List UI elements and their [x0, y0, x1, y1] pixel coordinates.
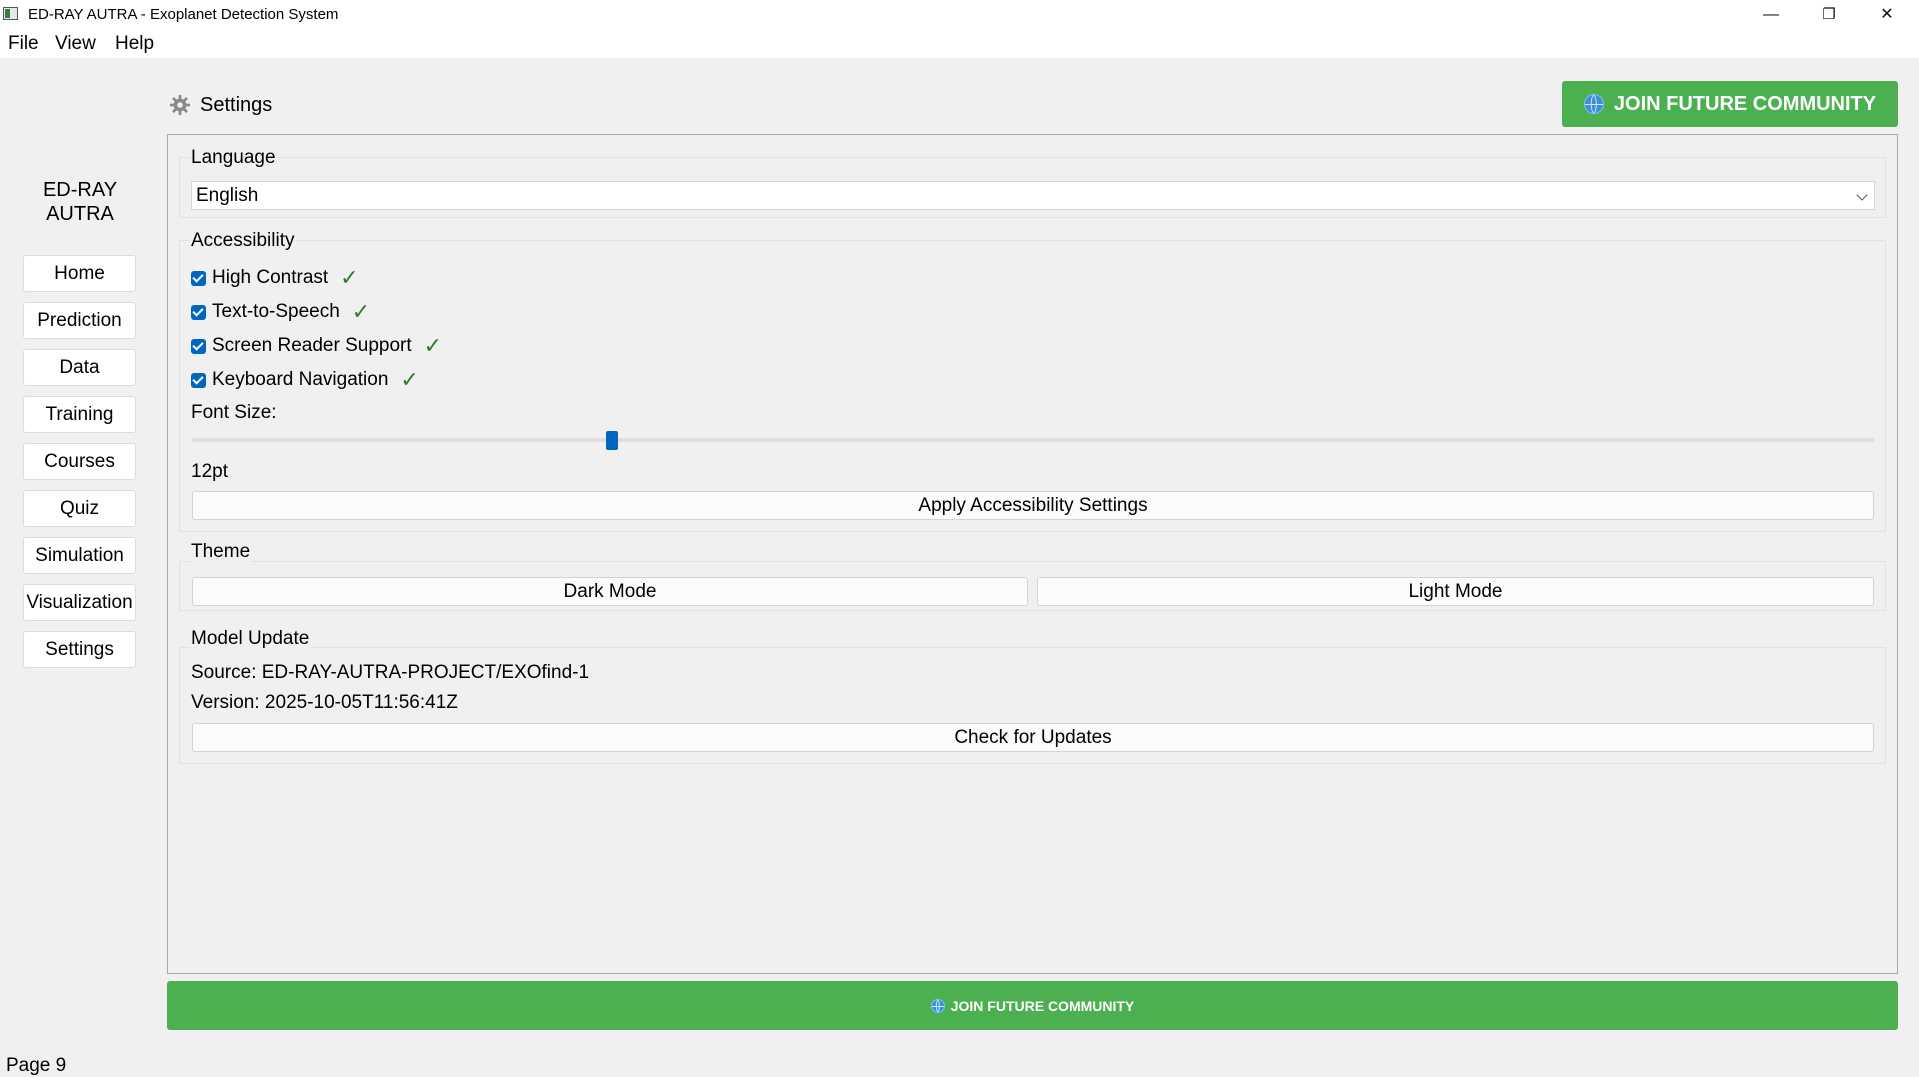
- globe-icon: [930, 998, 945, 1013]
- menu-file[interactable]: File: [8, 33, 39, 55]
- language-select[interactable]: English: [191, 181, 1875, 210]
- gear-icon: [169, 94, 191, 116]
- font-size-value: 12pt: [191, 461, 228, 482]
- sidebar-item-settings[interactable]: Settings: [23, 631, 136, 668]
- model-source-text: Source: ED-RAY-AUTRA-PROJECT/EXOfind-1: [191, 662, 590, 683]
- menu-help[interactable]: Help: [115, 33, 154, 55]
- font-size-slider-handle[interactable]: [606, 431, 618, 450]
- close-button[interactable]: ✕: [1858, 0, 1916, 30]
- sidebar-item-prediction[interactable]: Prediction: [23, 302, 136, 339]
- accessibility-group-title: Accessibility: [190, 230, 296, 252]
- sidebar-item-training[interactable]: Training: [23, 396, 136, 433]
- join-community-label: JOIN FUTURE COMMUNITY: [1613, 92, 1877, 115]
- page-title: Settings: [200, 94, 273, 116]
- theme-group-title: Theme: [190, 541, 252, 563]
- checkmark-icon: ✓: [400, 367, 419, 392]
- apply-accessibility-button[interactable]: Apply Accessibility Settings: [192, 491, 1874, 520]
- globe-icon: [1583, 94, 1604, 114]
- font-size-label: Font Size:: [191, 402, 277, 423]
- checkmark-icon: ✓: [351, 299, 371, 324]
- sidebar-item-data[interactable]: Data: [23, 349, 136, 386]
- checkbox-checked-icon: [191, 304, 206, 320]
- sidebar-item-home[interactable]: Home: [23, 255, 136, 292]
- model-version-text: Version: 2025-10-05T11:56:41Z: [191, 692, 458, 713]
- checkmark-icon: ✓: [340, 265, 359, 290]
- minimize-button[interactable]: —: [1742, 0, 1800, 30]
- screen-reader-checkbox[interactable]: Screen Reader Support ✓: [191, 333, 442, 359]
- brand-line-2: AUTRA: [46, 203, 114, 225]
- language-group-title: Language: [190, 147, 277, 169]
- sidebar-item-quiz[interactable]: Quiz: [23, 490, 136, 527]
- restore-button[interactable]: ❐: [1800, 0, 1858, 30]
- font-size-slider-track[interactable]: [191, 438, 1875, 442]
- keyboard-navigation-checkbox[interactable]: Keyboard Navigation ✓: [191, 367, 419, 393]
- accessibility-group: [179, 240, 1886, 532]
- sidebar-item-simulation[interactable]: Simulation: [23, 537, 136, 574]
- sidebar-item-visualization[interactable]: Visualization: [23, 584, 136, 621]
- title-bar: ED-RAY AUTRA - Exoplanet Detection Syste…: [0, 0, 1919, 30]
- menu-view[interactable]: View: [55, 33, 96, 55]
- checkbox-checked-icon: [191, 338, 206, 354]
- window-title: ED-RAY AUTRA - Exoplanet Detection Syste…: [28, 6, 339, 23]
- light-mode-button[interactable]: Light Mode: [1037, 577, 1874, 606]
- app-icon: [3, 7, 18, 20]
- join-community-footer-label: JOIN FUTURE COMMUNITY: [950, 997, 1135, 1014]
- menu-bar: File View Help: [0, 30, 1919, 58]
- checkmark-icon: ✓: [423, 333, 443, 358]
- checkbox-checked-icon: [191, 270, 206, 286]
- screen-reader-label: Screen Reader Support: [212, 335, 412, 356]
- page-label: Page 9: [6, 1055, 67, 1076]
- join-community-button[interactable]: JOIN FUTURE COMMUNITY: [1562, 81, 1898, 127]
- language-select-value: English: [196, 185, 259, 206]
- keyboard-navigation-label: Keyboard Navigation: [212, 369, 389, 390]
- high-contrast-label: High Contrast: [212, 267, 329, 288]
- check-updates-button[interactable]: Check for Updates: [192, 723, 1874, 752]
- join-community-footer-button[interactable]: JOIN FUTURE COMMUNITY: [167, 981, 1898, 1030]
- high-contrast-checkbox[interactable]: High Contrast ✓: [191, 265, 359, 291]
- chevron-down-icon: [1856, 189, 1868, 201]
- checkbox-checked-icon: [191, 372, 206, 388]
- brand-line-1: ED-RAY: [42, 179, 118, 201]
- dark-mode-button[interactable]: Dark Mode: [192, 577, 1028, 606]
- sidebar-item-courses[interactable]: Courses: [23, 443, 136, 480]
- text-to-speech-checkbox[interactable]: Text-to-Speech ✓: [191, 299, 370, 325]
- text-to-speech-label: Text-to-Speech: [212, 301, 340, 322]
- model-update-group-title: Model Update: [190, 628, 311, 650]
